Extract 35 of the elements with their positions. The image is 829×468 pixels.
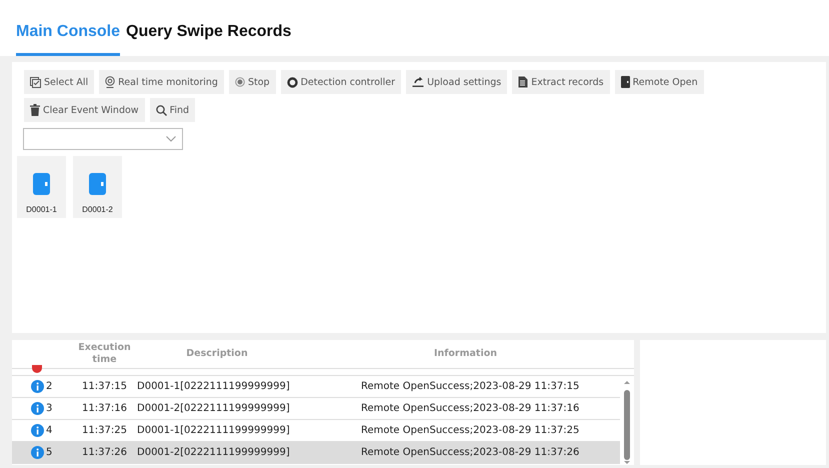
column-header: Description <box>185 348 249 360</box>
table-cell-text: 11:37:15 <box>81 381 128 392</box>
table-cell-text: 11:37:25 <box>81 425 128 436</box>
toolbar-button[interactable]: Real time monitoring <box>99 70 224 94</box>
table-cell-text: D0001-1[0222111199999999] <box>137 381 291 392</box>
event-row[interactable]: 2 11:37:15 D0001-1[0222111199999999] Remote OpenSuccess;2023-08-29 11:37:15 <box>12 376 620 398</box>
toolbar-button[interactable]: Stop <box>228 70 276 94</box>
row-number: 3 <box>46 403 52 414</box>
row-number: 4 <box>46 425 52 436</box>
table-cell-text: 11:37:16 <box>81 403 128 414</box>
column-header: Information <box>432 348 498 360</box>
table-cell-text: D0001-2[0222111199999999] <box>137 447 291 458</box>
row-number: 5 <box>46 447 52 458</box>
toolbar-button[interactable]: Select All <box>24 70 94 94</box>
door-tile[interactable]: D0001-2 <box>73 156 122 218</box>
toolbar-button[interactable]: Clear Event Window <box>24 98 145 122</box>
table-cell-text: D0001-1[0222111199999999] <box>137 425 291 436</box>
tab[interactable]: Main Console <box>16 23 120 56</box>
toolbar-button[interactable]: Remote Open <box>614 70 704 94</box>
row-number: 2 <box>46 381 52 392</box>
table-cell-text: D0001-2[0222111199999999] <box>137 403 291 414</box>
toolbar-button[interactable]: Find <box>150 98 196 122</box>
door-tile[interactable]: D0001-1 <box>17 156 66 218</box>
toolbar-button[interactable]: Upload settings <box>406 70 508 94</box>
event-row[interactable]: 3 11:37:16 D0001-2[0222111199999999] Remote OpenSuccess;2023-08-29 11:37:16 <box>12 398 620 420</box>
table-cell-text: Remote OpenSuccess;2023-08-29 11:37:16 <box>360 403 580 414</box>
table-cell-text: 11:37:26 <box>81 447 128 458</box>
table-cell-text: Remote OpenSuccess;2023-08-29 11:37:25 <box>360 425 580 436</box>
tab[interactable]: Query Swipe Records <box>126 23 292 56</box>
toolbar-button[interactable]: Extract records <box>512 70 610 94</box>
event-row[interactable]: 5 11:37:26 D0001-2[0222111199999999] Remote OpenSuccess;2023-08-29 11:37:26 <box>12 442 620 464</box>
table-cell-text: Remote OpenSuccess;2023-08-29 11:37:15 <box>360 381 580 392</box>
column-header: Execution time <box>77 342 132 366</box>
table-cell-text: Remote OpenSuccess;2023-08-29 11:37:26 <box>360 447 580 458</box>
toolbar-button[interactable]: Detection controller <box>280 70 402 94</box>
